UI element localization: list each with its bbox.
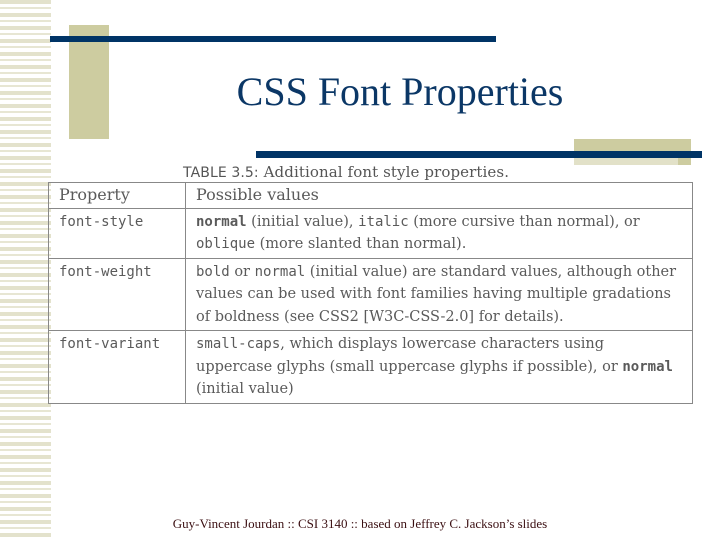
decorative-tan-block-right-light (574, 157, 678, 165)
font-properties-table: Property Possible values font-style norm… (48, 182, 693, 404)
decorative-navy-bar-mid (256, 151, 546, 158)
table-caption: TABLE 3.5: Additional font style propert… (183, 163, 509, 181)
decorative-navy-bar-right (540, 151, 702, 158)
slide-title: CSS Font Properties (236, 69, 564, 114)
value-keyword: oblique (196, 236, 256, 252)
value-keyword: bold (196, 263, 230, 280)
table-row: font-style normal (initial value), itali… (48, 207, 693, 259)
header-possible-values: Possible values (185, 182, 693, 209)
decorative-tan-block (69, 25, 109, 139)
value-text: (initial value) (196, 381, 294, 397)
property-cell: font-style (48, 207, 186, 259)
value-keyword: normal (254, 263, 306, 280)
table-caption-label: TABLE 3.5: (183, 165, 259, 181)
table-row: font-variant small-caps, which displays … (48, 330, 693, 404)
value-text: (initial value), (246, 213, 359, 230)
value-text: or (229, 263, 255, 280)
header-property: Property (48, 182, 186, 209)
value-keyword: italic (358, 213, 409, 230)
slide-footer: Guy-Vincent Jourdan :: CSI 3140 :: based… (172, 516, 548, 531)
value-keyword: normal (196, 213, 247, 230)
property-cell: font-weight (48, 257, 186, 331)
decorative-stripes (0, 0, 51, 540)
table-caption-text: Additional font style properties. (258, 163, 510, 181)
value-keyword: normal (622, 358, 673, 375)
table-row: font-weight bold or normal (initial valu… (48, 257, 693, 331)
table-header-row: Property Possible values (48, 182, 693, 209)
decorative-navy-bar-top (50, 36, 496, 42)
value-text: (more slanted than normal). (255, 236, 467, 252)
property-cell: font-variant (48, 330, 186, 404)
value-text: (more cursive than normal), or (408, 213, 640, 230)
values-cell: normal (initial value), italic (more cur… (185, 207, 693, 259)
values-cell: bold or normal (initial value) are stand… (185, 257, 693, 331)
value-keyword: small-caps (196, 336, 281, 352)
values-cell: small-caps, which displays lowercase cha… (185, 330, 693, 404)
